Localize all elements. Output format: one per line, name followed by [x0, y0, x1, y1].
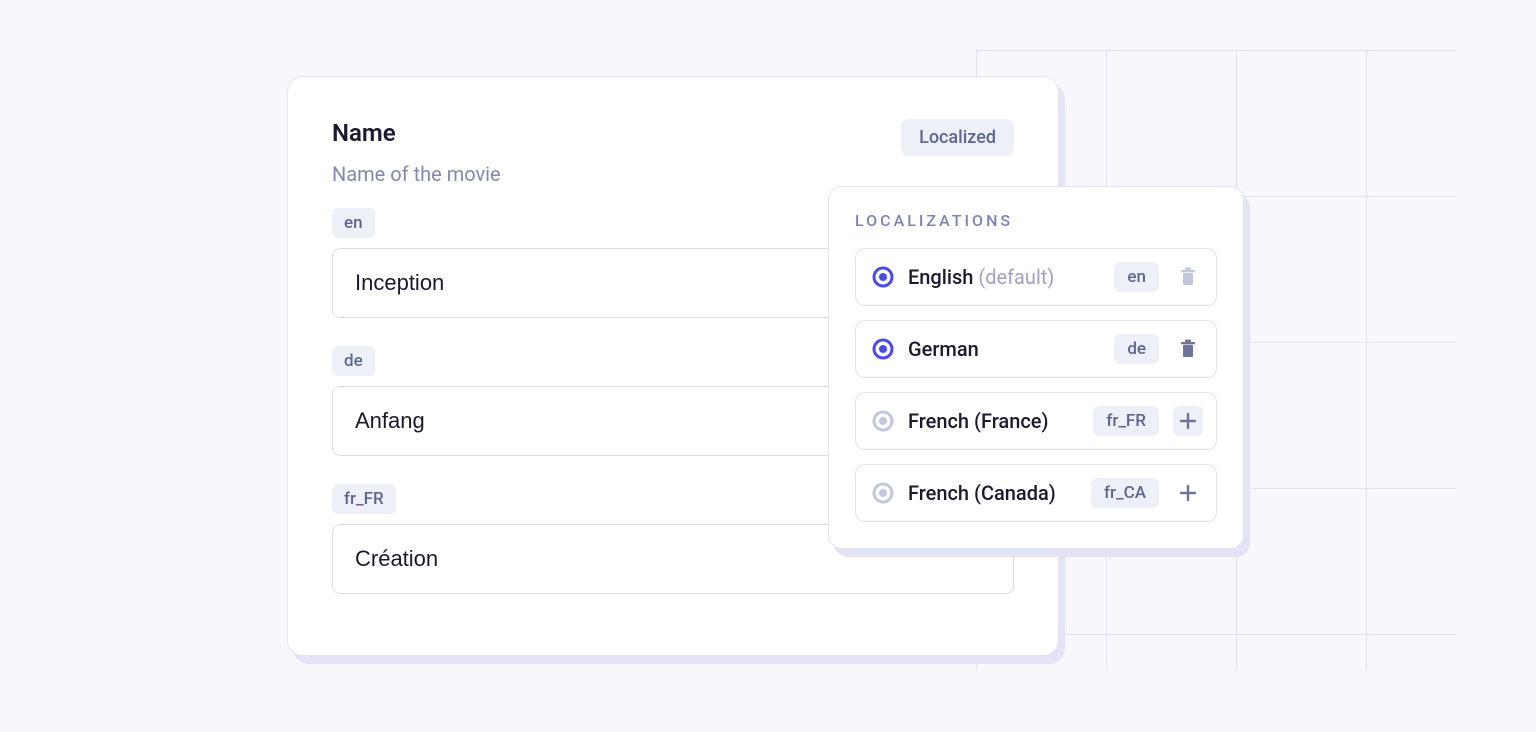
locale-label: French (Canada) [908, 481, 1077, 505]
add-locale-button[interactable] [1173, 406, 1203, 436]
locale-code-tag: de [332, 346, 375, 376]
locale-code-tag: fr_FR [332, 484, 396, 514]
locale-code-chip: en [1114, 262, 1159, 292]
locale-code-chip: de [1114, 334, 1159, 364]
locale-label: German [908, 337, 1100, 361]
radio-selected-icon [872, 338, 894, 360]
delete-locale-button[interactable] [1173, 334, 1203, 364]
radio-selected-icon [872, 266, 894, 288]
locale-label: English (default) [908, 265, 1100, 289]
locale-code-chip: fr_FR [1093, 406, 1159, 436]
add-locale-button[interactable] [1173, 478, 1203, 508]
locale-row-german[interactable]: German de [855, 320, 1217, 378]
locale-row-english[interactable]: English (default) en [855, 248, 1217, 306]
locale-row-french-france[interactable]: French (France) fr_FR [855, 392, 1217, 450]
field-title: Name [332, 119, 396, 147]
popover-title: LOCALIZATIONS [855, 211, 1217, 230]
locale-code-chip: fr_CA [1091, 478, 1159, 508]
delete-locale-button[interactable] [1173, 262, 1203, 292]
localized-badge[interactable]: Localized [901, 119, 1014, 156]
radio-unselected-icon [872, 410, 894, 432]
locale-label: French (France) [908, 409, 1079, 433]
radio-unselected-icon [872, 482, 894, 504]
localizations-popover: LOCALIZATIONS English (default) en Germa… [828, 186, 1244, 549]
field-description: Name of the movie [332, 162, 1014, 186]
locale-row-french-canada[interactable]: French (Canada) fr_CA [855, 464, 1217, 522]
locale-code-tag: en [332, 208, 375, 238]
